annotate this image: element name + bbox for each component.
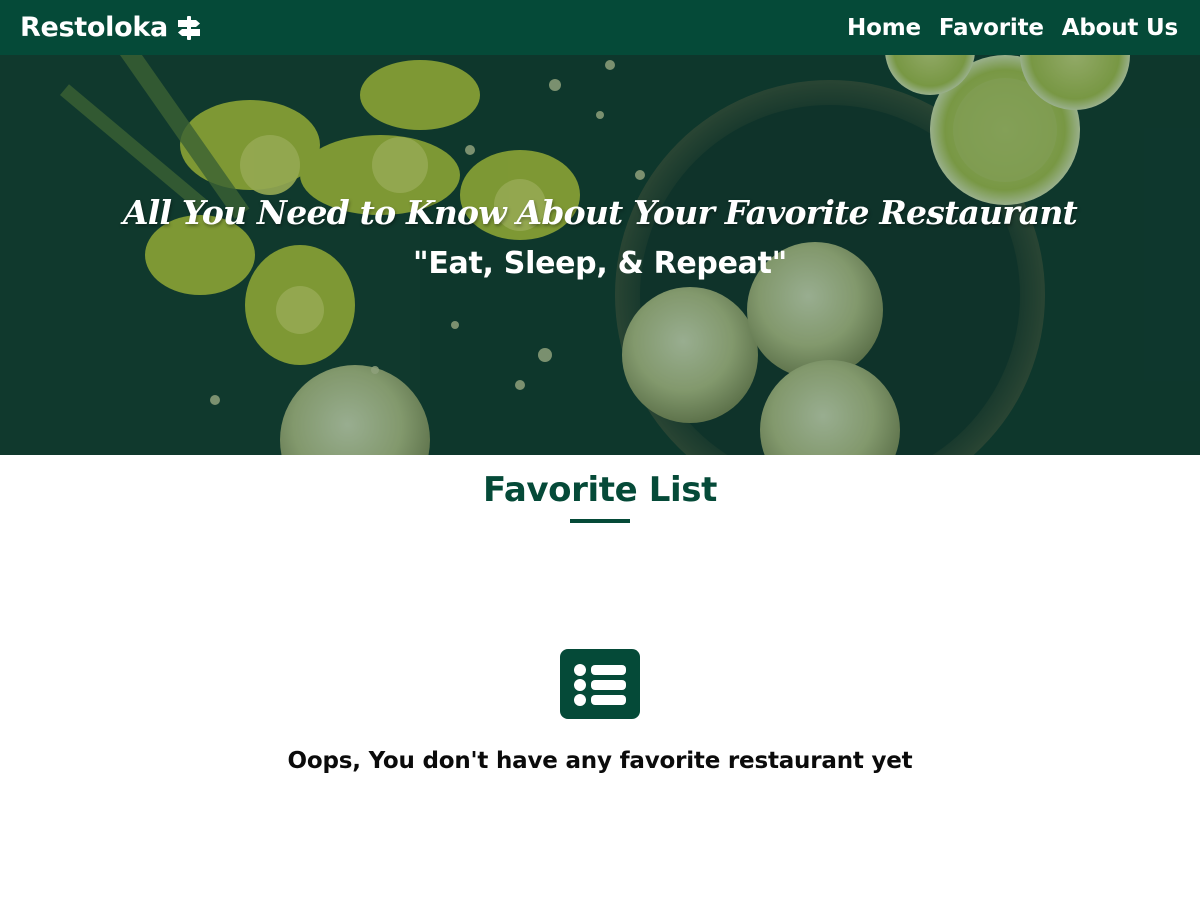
list-icon (560, 649, 640, 719)
hero-subtitle: "Eat, Sleep, & Repeat" (413, 246, 787, 281)
nav-link-home[interactable]: Home (847, 15, 921, 41)
hero-text: All You Need to Know About Your Favorite… (0, 193, 1200, 281)
hero-title: All You Need to Know About Your Favorite… (122, 193, 1078, 232)
nav-links: Home Favorite About Us (847, 15, 1178, 41)
empty-favorites-message: Oops, You don't have any favorite restau… (287, 748, 913, 774)
signpost-icon (176, 15, 202, 41)
brand[interactable]: Restoloka (20, 12, 202, 43)
nav-link-about-us[interactable]: About Us (1062, 15, 1178, 41)
title-underline (570, 519, 630, 523)
navbar: Restoloka Home Favorite About Us (0, 0, 1200, 55)
brand-name[interactable]: Restoloka (20, 12, 168, 43)
hero-banner: All You Need to Know About Your Favorite… (0, 55, 1200, 455)
favorite-list-title: Favorite List (483, 470, 717, 510)
nav-link-favorite[interactable]: Favorite (939, 15, 1044, 41)
